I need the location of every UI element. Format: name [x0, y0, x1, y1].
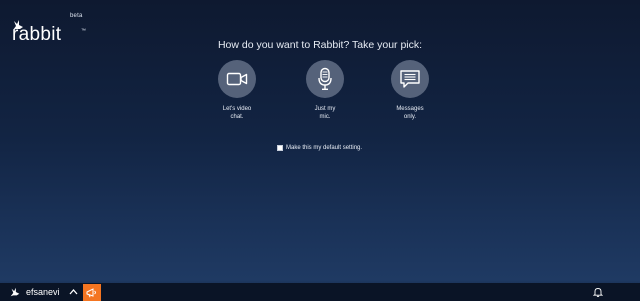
video-chat-button[interactable] — [218, 60, 256, 98]
beta-label: beta — [70, 13, 83, 19]
microphone-icon — [318, 67, 332, 90]
trademark-mark: ™ — [81, 28, 86, 34]
messages-option[interactable]: Messages only. — [380, 60, 440, 121]
chat-bubble-icon — [400, 70, 420, 88]
mode-prompt: How do you want to Rabbit? Take your pic… — [217, 39, 423, 51]
mode-options: Let's video chat. Just my mic. Messages … — [0, 60, 640, 130]
username[interactable]: efsanevi — [26, 287, 60, 297]
bell-icon[interactable] — [593, 287, 603, 297]
video-chat-option[interactable]: Let's video chat. — [207, 60, 267, 121]
bottom-bar: efsanevi — [0, 283, 640, 301]
megaphone-icon — [86, 287, 96, 297]
default-setting-label: Make this my default setting. — [286, 145, 363, 151]
video-chat-label: Let's video chat. — [222, 106, 252, 120]
checkbox-box[interactable] — [277, 145, 283, 151]
mic-button[interactable] — [306, 60, 344, 98]
megaphone-button[interactable] — [83, 284, 101, 301]
video-camera-icon — [226, 72, 248, 86]
chevron-up-icon[interactable] — [69, 288, 78, 295]
mic-option[interactable]: Just my mic. — [295, 60, 355, 121]
messages-button[interactable] — [391, 60, 429, 98]
mic-label: Just my mic. — [314, 106, 336, 120]
messages-label: Messages only. — [396, 106, 424, 120]
default-setting-checkbox[interactable]: Make this my default setting. — [277, 145, 362, 151]
rabbit-icon — [10, 287, 20, 297]
